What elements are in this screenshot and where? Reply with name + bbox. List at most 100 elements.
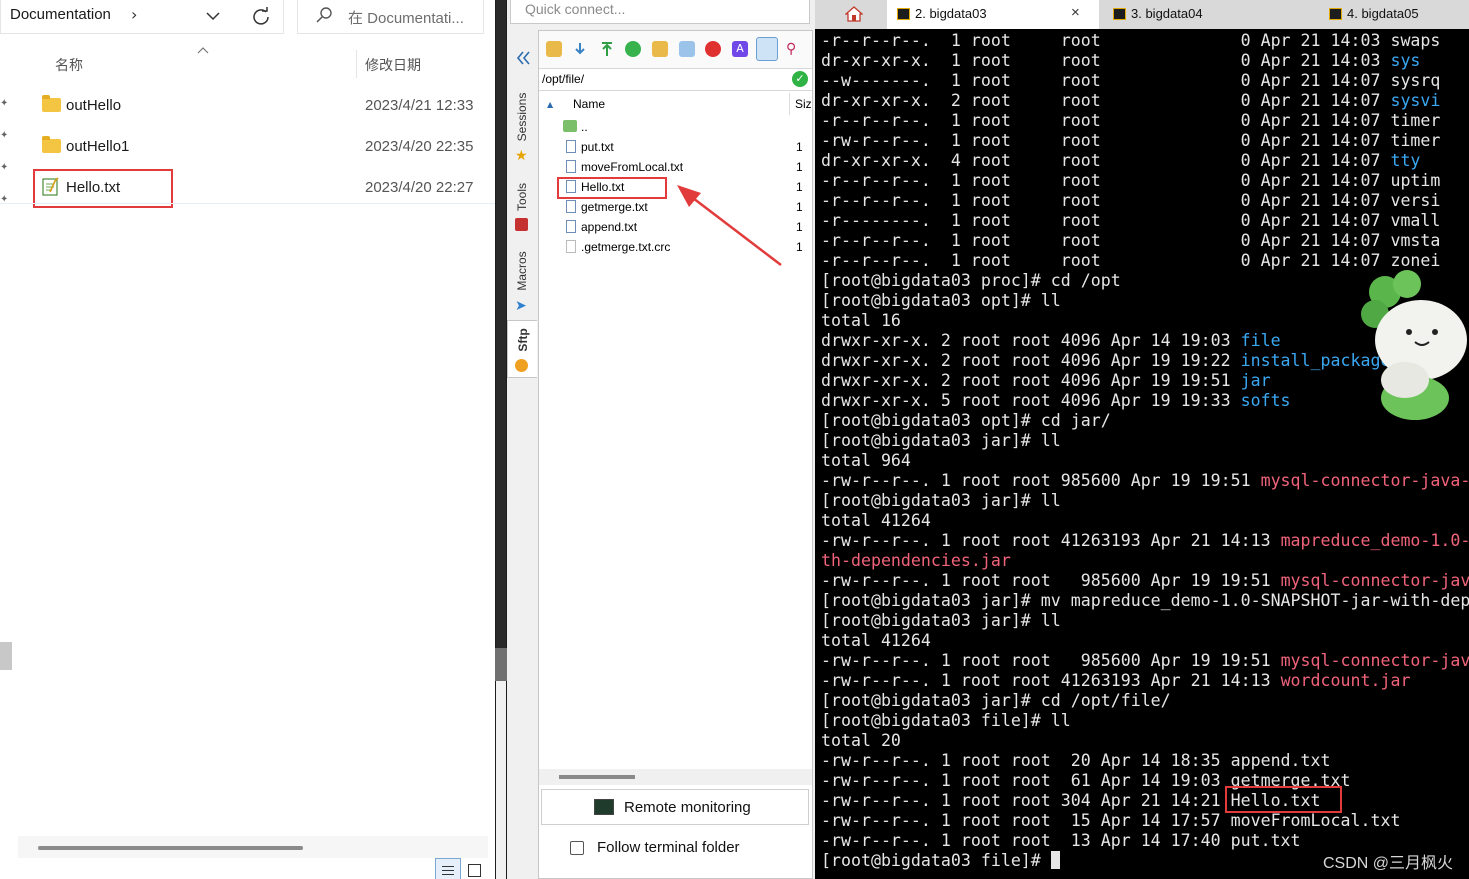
tiles-view-icon[interactable] — [468, 864, 481, 877]
folder-icon — [42, 136, 61, 153]
column-header-name[interactable]: 名称 — [55, 55, 83, 75]
terminal-line: [root@bigdata03 jar]# ll — [821, 491, 1061, 510]
collapse-double-chevron-icon[interactable] — [515, 50, 531, 66]
tab-label: Macros — [515, 251, 529, 291]
tab-bigdata04[interactable]: 3. bigdata04 — [1103, 0, 1315, 29]
scrollbar-track[interactable] — [496, 0, 506, 648]
file-icon — [566, 220, 576, 233]
file-size: 1 — [796, 160, 803, 174]
file-icon — [566, 160, 576, 173]
settings-icon[interactable]: ⚲ — [786, 41, 802, 57]
horizontal-scrollbar[interactable] — [539, 769, 812, 785]
address-bar[interactable]: Documentation › — [0, 0, 284, 34]
checkbox-label: Follow terminal folder — [597, 839, 740, 856]
column-divider[interactable] — [356, 50, 357, 78]
horizontal-scrollbar[interactable] — [18, 836, 488, 858]
refresh-icon[interactable] — [251, 6, 271, 26]
file-size: 1 — [796, 140, 803, 154]
annotation-arrow — [677, 185, 782, 266]
tab-label: 2. bigdata03 — [915, 6, 987, 21]
rename-icon[interactable]: A — [732, 41, 748, 57]
terminal-line: dr-xr-xr-x. 1 root root 0 Apr 21 14:03 s… — [821, 51, 1421, 70]
terminal-line: [root@bigdata03 proc]# cd /opt — [821, 271, 1121, 290]
list-item[interactable]: outHello 2023/4/21 12:33 — [33, 89, 488, 123]
terminal-cursor — [1050, 851, 1060, 869]
terminal-output[interactable]: -r--r--r--. 1 root root 0 Apr 21 14:03 s… — [815, 29, 1469, 879]
macros-icon: ➤ — [515, 298, 527, 314]
breadcrumb[interactable]: Documentation — [10, 6, 111, 23]
column-header-date[interactable]: 修改日期 — [365, 55, 421, 75]
column-divider[interactable] — [789, 93, 790, 115]
list-item[interactable]: put.txt 1 — [561, 137, 811, 157]
highlight-box — [1225, 786, 1342, 813]
new-file-icon[interactable] — [679, 41, 695, 57]
chevron-down-icon[interactable] — [205, 10, 221, 22]
scrollbar-thumb[interactable] — [559, 775, 635, 779]
nav-scrollbar-thumb[interactable] — [0, 642, 12, 670]
home-tab[interactable] — [815, 0, 887, 29]
home-icon — [845, 6, 863, 22]
terminal-line: -rw-r--r--. 1 root root 20 Apr 14 18:35 … — [821, 751, 1331, 770]
file-name: getmerge.txt — [581, 200, 648, 214]
pin-icon[interactable]: ✦ — [0, 130, 8, 141]
refresh-icon[interactable] — [625, 41, 641, 57]
tab-sftp[interactable]: Sftp — [507, 320, 537, 378]
path-input[interactable]: /opt/file/ — [542, 72, 584, 86]
scrollbar-thumb[interactable] — [495, 648, 507, 681]
highlight-box — [557, 177, 667, 199]
tab-sessions[interactable]: Sessions ★ — [507, 80, 537, 170]
terminal-line: -rw-r--r--. 1 root root 985600 Apr 19 19… — [821, 471, 1469, 490]
search-box[interactable]: 在 Documentati... — [297, 0, 484, 34]
file-name: append.txt — [581, 220, 638, 234]
terminal-line: [root@bigdata03 file]# — [821, 851, 1060, 871]
window-divider — [495, 0, 507, 879]
tools-icon — [515, 218, 528, 231]
path-bar[interactable]: /opt/file/ ✓ — [539, 68, 812, 91]
tab-bigdata05[interactable]: 4. bigdata05 — [1319, 0, 1469, 29]
tab-macros[interactable]: Macros ➤ — [507, 244, 537, 316]
tab-label: Sftp — [516, 328, 530, 352]
watermark: CSDN @三月枫火 — [1322, 855, 1453, 872]
tab-tools[interactable]: Tools — [507, 172, 537, 240]
follow-terminal-checkbox[interactable] — [570, 841, 584, 855]
file-size: 1 — [796, 200, 803, 214]
parent-folder-icon[interactable] — [546, 41, 562, 57]
check-icon[interactable]: ✓ — [792, 71, 808, 87]
follow-terminal-folder-option[interactable]: Follow terminal folder — [541, 831, 809, 867]
terminal-line: -rw-r--r--. 1 root root 0 Apr 21 14:07 t… — [821, 131, 1441, 150]
tab-label: Tools — [515, 182, 529, 212]
terminal-line: -rw-r--r--. 1 root root 41263193 Apr 21 … — [821, 531, 1469, 550]
upload-icon[interactable] — [599, 41, 615, 57]
delete-icon[interactable] — [705, 41, 721, 57]
file-icon — [566, 240, 576, 253]
new-folder-icon[interactable] — [652, 41, 668, 57]
tab-label: Sessions — [515, 92, 529, 142]
pin-icon[interactable]: ✦ — [0, 98, 8, 109]
search-input[interactable]: 在 Documentati... — [348, 7, 464, 28]
sftp-icon — [515, 359, 528, 372]
file-icon — [566, 200, 576, 213]
list-item[interactable]: outHello1 2023/4/20 22:35 — [33, 130, 488, 164]
mobaxterm-sidebar: Quick connect... Sessions ★ Tools Macros… — [507, 0, 815, 879]
column-header-size[interactable]: Siz — [795, 97, 812, 111]
details-view-icon[interactable] — [435, 858, 461, 879]
scrollbar-track[interactable] — [496, 681, 506, 879]
tab-bigdata03[interactable]: 2. bigdata03 × — [887, 0, 1099, 29]
pin-icon[interactable]: ✦ — [0, 162, 8, 173]
breadcrumb-chevron-icon[interactable]: › — [131, 5, 137, 24]
terminal-line: dr-xr-xr-x. 4 root root 0 Apr 21 14:07 t… — [821, 151, 1421, 170]
scrollbar-thumb[interactable] — [38, 846, 303, 850]
column-header-name[interactable]: Name — [573, 97, 605, 111]
list-item[interactable]: moveFromLocal.txt 1 — [561, 157, 811, 177]
terminal-line: -r--------. 1 root root 0 Apr 21 14:07 v… — [821, 211, 1441, 230]
terminal-line: -rw-r--r--. 1 root root 985600 Apr 19 19… — [821, 571, 1469, 590]
terminal-toggle-icon[interactable] — [756, 37, 778, 61]
remote-monitoring-button[interactable]: Remote monitoring — [541, 789, 809, 825]
close-icon[interactable]: × — [1071, 4, 1080, 21]
list-item[interactable]: .. — [561, 117, 811, 137]
quick-connect-input[interactable]: Quick connect... — [510, 0, 810, 24]
file-name: moveFromLocal.txt — [581, 160, 684, 174]
terminal-line: [root@bigdata03 opt]# cd jar/ — [821, 411, 1111, 430]
download-icon[interactable] — [572, 41, 588, 57]
terminal-line: -rw-r--r--. 1 root root 13 Apr 14 17:40 … — [821, 831, 1301, 850]
